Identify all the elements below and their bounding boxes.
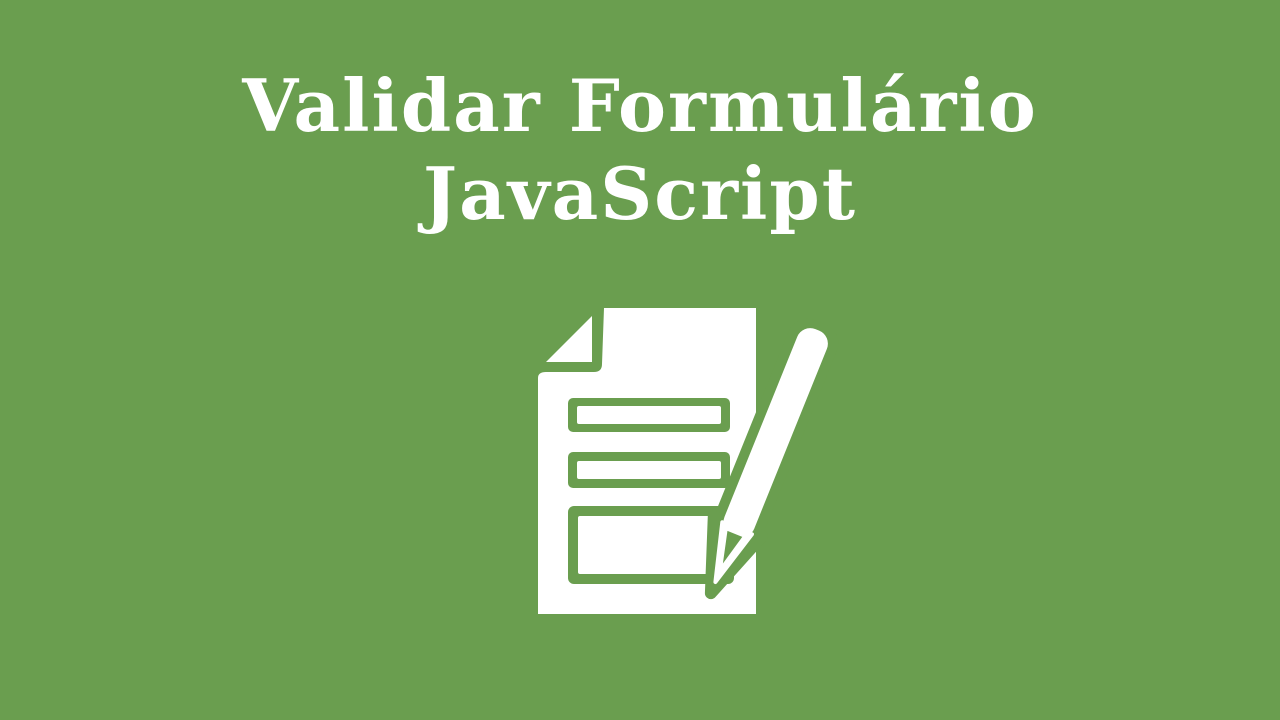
form-field-1-inner	[577, 406, 721, 424]
page-title: Validar Formulário JavaScript	[0, 62, 1280, 238]
form-with-pencil-icon	[520, 300, 840, 630]
form-field-2-inner	[577, 461, 721, 479]
title-line-1: Validar Formulário	[242, 63, 1038, 148]
form-field-3-inner	[578, 516, 724, 574]
title-line-2: JavaScript	[423, 151, 857, 236]
document-fold	[546, 316, 592, 362]
